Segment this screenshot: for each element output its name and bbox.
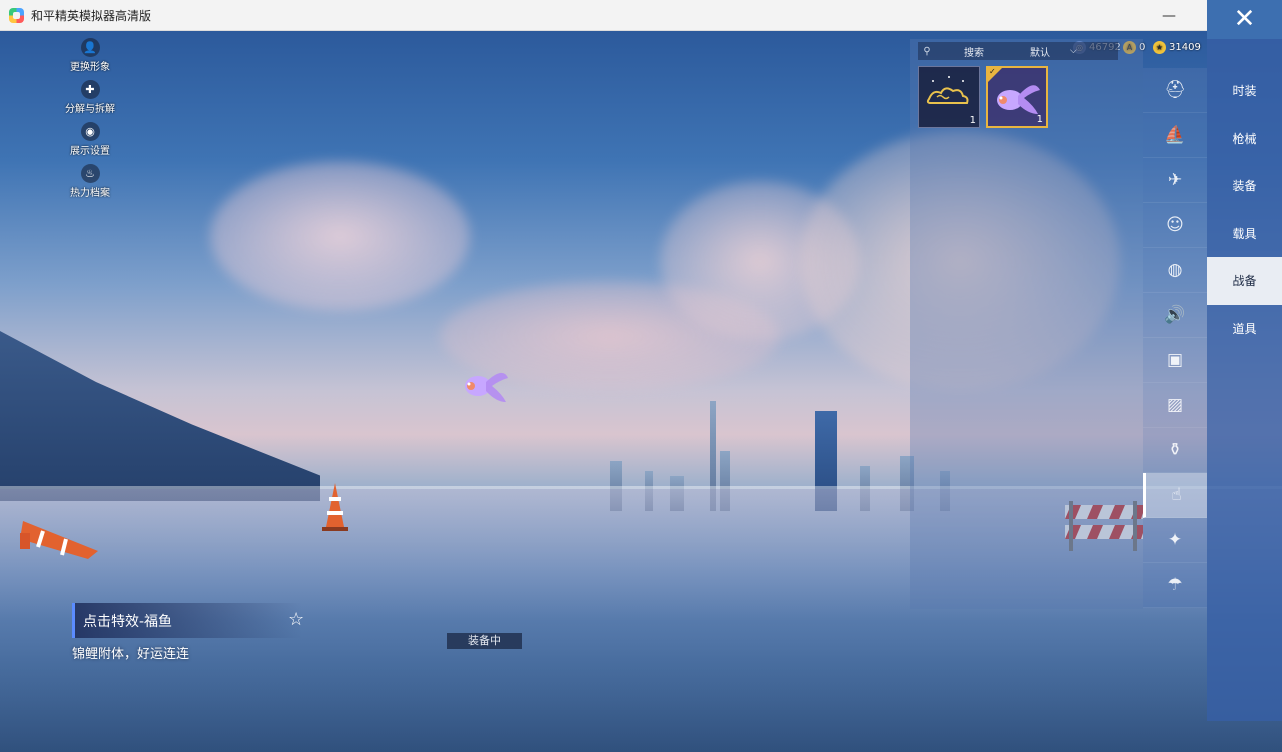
heat-archive-button[interactable]: ♨ 热力档案 <box>55 164 125 205</box>
eye-icon: ◉ <box>80 122 100 141</box>
change-appearance-button[interactable]: 👤 更换形象 <box>55 38 125 79</box>
disassemble-button[interactable]: ✚ 分解与拆解 <box>55 80 125 121</box>
category-boat[interactable]: ⛵ <box>1143 113 1207 158</box>
category-robot[interactable]: ◍ <box>1143 248 1207 293</box>
plane-icon: ✈ <box>1167 170 1183 190</box>
minimize-button[interactable]: — <box>1146 0 1192 31</box>
traffic-cone <box>20 521 98 559</box>
parachute-icon: ☂ <box>1167 575 1183 595</box>
display-settings-button[interactable]: ◉ 展示设置 <box>55 122 125 163</box>
image-icon: ▨ <box>1166 395 1184 415</box>
gold-coin-icon: ★ <box>1153 41 1166 54</box>
equipped-status-badge: 装备中 <box>447 633 522 649</box>
robot-icon: ◍ <box>1167 260 1183 280</box>
helmet-icon: ⛑ <box>1164 80 1186 100</box>
magic-wand-icon: ✦ <box>1167 530 1183 550</box>
item-description: 锦鲤附体，好运连连 <box>72 647 190 662</box>
lucky-fish-effect <box>465 372 508 402</box>
inventory-panel: ⚲ 搜索 默认 ⌵ 1 ✓ 1 <box>910 39 1143 609</box>
app-logo-icon <box>9 8 24 23</box>
badge-icon: ▣ <box>1166 350 1184 370</box>
category-parachute[interactable]: ☂ <box>1143 563 1207 608</box>
tab-vehicles[interactable]: 载具 <box>1207 210 1282 258</box>
boat-icon: ⛵ <box>1164 125 1186 145</box>
close-panel-button[interactable]: ✕ <box>1207 0 1282 39</box>
title-bar: 和平精英模拟器高清版 — ☐ ✕ <box>0 0 1282 31</box>
currency-gold: ★ 31409 <box>1153 41 1201 54</box>
search-input[interactable]: 搜索 <box>936 44 1012 59</box>
puzzle-icon: ✚ <box>80 80 100 99</box>
category-speaker[interactable]: 🔊 <box>1143 293 1207 338</box>
category-helmet[interactable]: ⛑ <box>1143 68 1207 113</box>
chevron-down-icon[interactable]: ⌵ <box>1070 46 1077 56</box>
category-emote[interactable]: ☺ <box>1143 203 1207 248</box>
sort-dropdown[interactable]: 默认 <box>1030 44 1050 59</box>
lucky-fish-item[interactable]: ✓ 1 <box>986 66 1048 128</box>
tab-column: 时装 枪械 装备 载具 战备 道具 <box>1207 39 1282 721</box>
left-menu: 👤 更换形象 ✚ 分解与拆解 ◉ 展示设置 ♨ 热力档案 <box>55 38 125 206</box>
search-bar[interactable]: ⚲ 搜索 默认 ⌵ <box>918 42 1118 60</box>
category-tap-effect[interactable]: ☝ <box>1143 473 1207 518</box>
tab-equipment[interactable]: 装备 <box>1207 162 1282 210</box>
person-icon: 👤 <box>80 38 100 57</box>
search-icon: ⚲ <box>923 45 931 57</box>
tap-effect-icon: ☝ <box>1171 485 1182 505</box>
spray-icon: ⚱ <box>1167 440 1183 460</box>
item-title-box: 点击特效-福鱼 <box>72 603 302 638</box>
tab-props[interactable]: 道具 <box>1207 305 1282 353</box>
category-column: ⛑ ⛵ ✈ ☺ ◍ 🔊 ▣ ▨ ⚱ ☝ ✦ ☂ <box>1143 68 1207 608</box>
speaker-icon: 🔊 <box>1164 305 1186 325</box>
flame-icon: ♨ <box>80 164 100 183</box>
window-title: 和平精英模拟器高清版 <box>31 9 152 23</box>
favorite-star-icon[interactable]: ☆ <box>288 609 304 630</box>
category-magic-wand[interactable]: ✦ <box>1143 518 1207 563</box>
emulator-window: 和平精英模拟器高清版 — ☐ ✕ <box>0 0 1282 752</box>
category-plane[interactable]: ✈ <box>1143 158 1207 203</box>
emote-icon: ☺ <box>1166 215 1184 235</box>
category-badge[interactable]: ▣ <box>1143 338 1207 383</box>
tab-combat-gear[interactable]: 战备 <box>1207 257 1282 305</box>
tab-firearms[interactable]: 枪械 <box>1207 115 1282 163</box>
item-title: 点击特效-福鱼 <box>83 614 173 630</box>
traffic-cone <box>322 483 348 531</box>
category-spray[interactable]: ⚱ <box>1143 428 1207 473</box>
tab-fashion[interactable]: 时装 <box>1207 67 1282 115</box>
cloud <box>210 161 470 311</box>
item-count: 1 <box>1036 114 1043 125</box>
item-count: 1 <box>969 115 976 126</box>
cloud-effect-item[interactable]: 1 <box>918 66 980 128</box>
category-image[interactable]: ▨ <box>1143 383 1207 428</box>
mountain <box>0 331 320 501</box>
